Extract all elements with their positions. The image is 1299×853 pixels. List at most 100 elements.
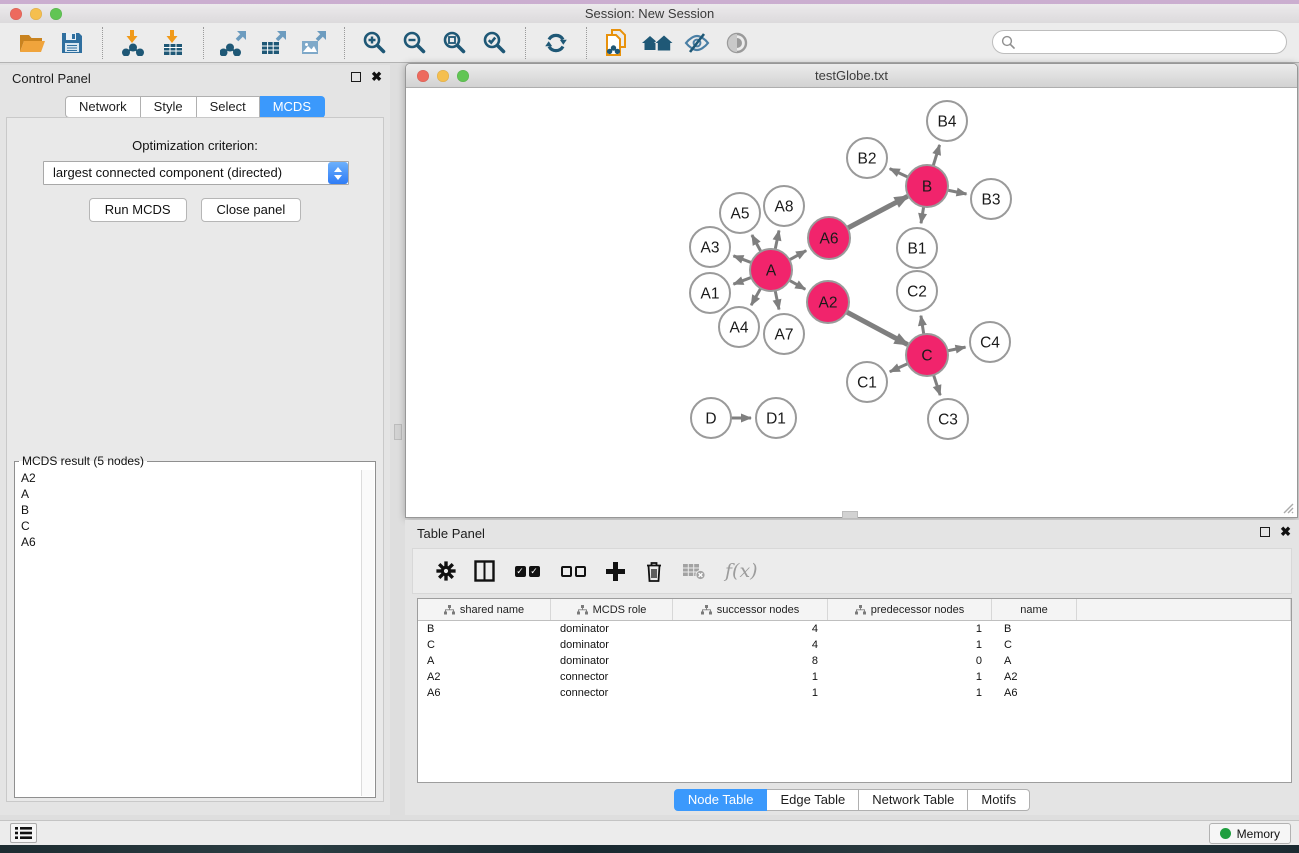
split-columns-icon[interactable] xyxy=(474,556,495,586)
network-window-titlebar[interactable]: testGlobe.txt xyxy=(406,64,1297,88)
column-header-predecessor-nodes[interactable]: predecessor nodes xyxy=(828,599,992,620)
export-table-icon[interactable] xyxy=(257,27,291,59)
zoom-in-icon[interactable] xyxy=(358,27,392,59)
mcds-result-item[interactable]: A xyxy=(16,486,360,502)
node-B[interactable]: B xyxy=(906,165,948,207)
mcds-result-item[interactable]: C xyxy=(16,518,360,534)
open-session-icon[interactable] xyxy=(15,27,49,59)
show-panels-button[interactable] xyxy=(10,823,37,843)
maximize-window-button[interactable] xyxy=(50,8,62,20)
node-A1[interactable]: A1 xyxy=(690,273,730,313)
node-B2[interactable]: B2 xyxy=(847,138,887,178)
column-header-successor-nodes[interactable]: successor nodes xyxy=(673,599,828,620)
tab-mcds[interactable]: MCDS xyxy=(260,96,325,118)
node-A8[interactable]: A8 xyxy=(764,186,804,226)
mcds-tab-pane: Optimization criterion: largest connecte… xyxy=(6,117,384,802)
tab-style[interactable]: Style xyxy=(141,96,197,118)
node-C3[interactable]: C3 xyxy=(928,399,968,439)
import-network-icon[interactable] xyxy=(116,27,150,59)
hierarchy-icon xyxy=(444,605,455,615)
table-row[interactable]: A6connector11A6 xyxy=(418,685,1291,701)
node-D[interactable]: D xyxy=(691,398,731,438)
node-B1[interactable]: B1 xyxy=(897,228,937,268)
vertical-splitter-handle[interactable] xyxy=(394,424,402,440)
column-header-MCDS-role[interactable]: MCDS role xyxy=(551,599,673,620)
resize-grip-icon[interactable] xyxy=(1280,500,1294,514)
minimize-window-button[interactable] xyxy=(30,8,42,20)
table-settings-icon[interactable] xyxy=(436,556,456,586)
close-panel-icon[interactable]: ✖ xyxy=(371,72,382,82)
svg-text:A1: A1 xyxy=(701,285,720,302)
show-all-icon[interactable] xyxy=(720,27,754,59)
node-A4[interactable]: A4 xyxy=(719,307,759,347)
horizontal-splitter-handle[interactable] xyxy=(842,511,858,519)
svg-text:C: C xyxy=(921,347,932,364)
delete-row-icon[interactable] xyxy=(644,556,664,586)
add-row-icon[interactable] xyxy=(605,556,626,586)
refresh-layout-icon[interactable] xyxy=(539,27,573,59)
node-B4[interactable]: B4 xyxy=(927,101,967,141)
deselect-all-icon[interactable] xyxy=(559,556,587,586)
node-A3[interactable]: A3 xyxy=(690,227,730,267)
table-row[interactable]: A2connector11A2 xyxy=(418,669,1291,685)
tab-edge-table[interactable]: Edge Table xyxy=(767,789,859,811)
close-window-button[interactable] xyxy=(10,8,22,20)
tab-network-table[interactable]: Network Table xyxy=(859,789,968,811)
node-C1[interactable]: C1 xyxy=(847,362,887,402)
node-A7[interactable]: A7 xyxy=(764,314,804,354)
node-B3[interactable]: B3 xyxy=(971,179,1011,219)
node-C[interactable]: C xyxy=(906,334,948,376)
tab-select[interactable]: Select xyxy=(197,96,260,118)
node-C2[interactable]: C2 xyxy=(897,271,937,311)
table-row[interactable]: Cdominator41C xyxy=(418,637,1291,653)
search-input[interactable] xyxy=(992,30,1287,54)
export-network-icon[interactable] xyxy=(217,27,251,59)
duplicate-network-icon[interactable] xyxy=(600,27,634,59)
close-network-button[interactable] xyxy=(417,70,429,82)
select-all-icon[interactable]: ✓✓ xyxy=(513,556,541,586)
node-A2[interactable]: A2 xyxy=(807,281,849,323)
zoom-selected-icon[interactable] xyxy=(478,27,512,59)
tab-node-table[interactable]: Node Table xyxy=(674,789,768,811)
node-D1[interactable]: D1 xyxy=(756,398,796,438)
table-row[interactable]: Adominator80A xyxy=(418,653,1291,669)
zoom-out-icon[interactable] xyxy=(398,27,432,59)
node-A[interactable]: A xyxy=(750,249,792,291)
result-scrollbar[interactable] xyxy=(361,470,374,796)
tab-motifs[interactable]: Motifs xyxy=(968,789,1030,811)
float-table-panel-icon[interactable] xyxy=(1260,527,1270,537)
minimize-network-button[interactable] xyxy=(437,70,449,82)
import-table-icon[interactable] xyxy=(156,27,190,59)
mcds-result-item[interactable]: B xyxy=(16,502,360,518)
tab-network[interactable]: Network xyxy=(65,96,141,118)
node-C4[interactable]: C4 xyxy=(970,322,1010,362)
column-header-shared-name[interactable]: shared name xyxy=(418,599,551,620)
home-view-icon[interactable] xyxy=(640,27,674,59)
close-table-panel-icon[interactable]: ✖ xyxy=(1280,527,1291,537)
float-panel-icon[interactable] xyxy=(351,72,361,82)
memory-button[interactable]: Memory xyxy=(1209,823,1291,844)
svg-text:C4: C4 xyxy=(980,334,1000,351)
criterion-dropdown[interactable]: largest connected component (directed) xyxy=(43,161,349,185)
table-row[interactable]: Bdominator41B xyxy=(418,621,1291,637)
network-canvas[interactable]: A A1 A2 A3 A4 A5 A6 A7 A8 B B1 B2 B3B4 C C1 C2 C3 C4 D D1 xyxy=(407,89,1296,516)
run-mcds-button[interactable]: Run MCDS xyxy=(89,198,187,222)
svg-text:A5: A5 xyxy=(731,205,750,222)
mcds-result-item[interactable]: A6 xyxy=(16,534,360,550)
maximize-network-button[interactable] xyxy=(457,70,469,82)
mcds-result-list[interactable]: A2ABCA6 xyxy=(16,470,360,796)
close-panel-button[interactable]: Close panel xyxy=(201,198,302,222)
table-cell: 1 xyxy=(828,685,992,701)
network-graph[interactable]: A A1 A2 A3 A4 A5 A6 A7 A8 B B1 B2 B3B4 C C1 C2 C3 C4 D D1 xyxy=(407,89,1297,517)
toolbar-separator xyxy=(586,27,587,59)
save-session-icon[interactable] xyxy=(55,27,89,59)
mcds-result-item[interactable]: A2 xyxy=(16,470,360,486)
export-image-icon[interactable] xyxy=(297,27,331,59)
column-header-name[interactable]: name xyxy=(992,599,1077,620)
toolbar-separator xyxy=(203,27,204,59)
table-cell: 8 xyxy=(673,653,828,669)
zoom-fit-icon[interactable] xyxy=(438,27,472,59)
hide-selected-icon[interactable] xyxy=(680,27,714,59)
node-A5[interactable]: A5 xyxy=(720,193,760,233)
node-A6[interactable]: A6 xyxy=(808,217,850,259)
